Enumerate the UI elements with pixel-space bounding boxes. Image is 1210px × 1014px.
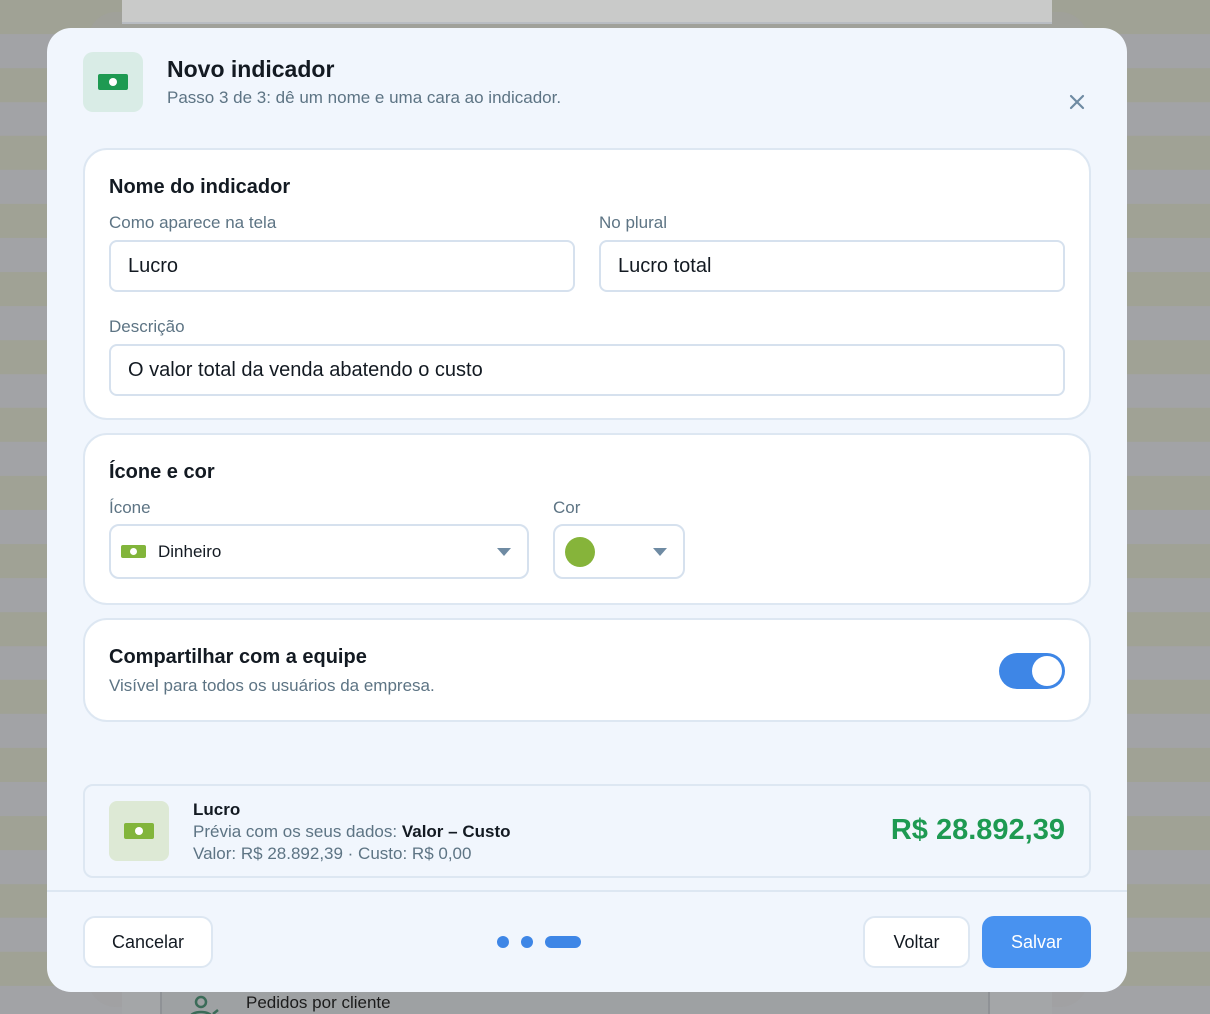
- share-toggle[interactable]: [999, 653, 1065, 689]
- color-swatch: [565, 536, 595, 567]
- new-indicator-dialog: Novo indicador Passo 3 de 3: dê um nome …: [47, 28, 1127, 992]
- share-section-title: Compartilhar com a equipe: [109, 646, 367, 668]
- step-dot-3-active: [545, 936, 581, 948]
- money-bill-icon: [121, 545, 146, 558]
- close-icon: [1069, 94, 1085, 110]
- color-select[interactable]: [553, 524, 685, 579]
- back-button[interactable]: Voltar: [863, 916, 970, 968]
- appearance-section-title: Ícone e cor: [109, 461, 215, 483]
- cancel-button[interactable]: Cancelar: [83, 916, 213, 968]
- preview-icon-tile: [109, 801, 169, 861]
- chevron-down-icon: [497, 548, 511, 556]
- icon-select[interactable]: Dinheiro: [109, 524, 529, 579]
- preview-formula-line: Prévia com os seus dados: Valor – Custo: [193, 822, 510, 842]
- dialog-header: Novo indicador Passo 3 de 3: dê um nome …: [83, 52, 1091, 112]
- name-section: Nome do indicador Como aparece na tela N…: [83, 148, 1091, 420]
- preview-details: Valor: R$ 28.892,39 · Custo: R$ 0,00: [193, 844, 472, 863]
- header-icon-tile: [83, 52, 143, 112]
- footer-divider: [47, 890, 1127, 892]
- preview-formula: Valor – Custo: [401, 822, 511, 841]
- money-bill-icon: [124, 823, 154, 839]
- dialog-subtitle: Passo 3 de 3: dê um nome e uma cara ao i…: [167, 88, 562, 107]
- background-list-item-label: Pedidos por cliente: [246, 993, 391, 1012]
- icon-label: Ícone: [109, 498, 151, 517]
- indicator-preview: Lucro Prévia com os seus dados: Valor – …: [83, 784, 1091, 878]
- name-section-title: Nome do indicador: [109, 176, 291, 198]
- icon-select-value: Dinheiro: [158, 541, 222, 561]
- money-bill-icon: [98, 74, 128, 90]
- display-name-label: Como aparece na tela: [109, 213, 277, 232]
- display-name-input[interactable]: [109, 240, 575, 292]
- toggle-knob: [1032, 656, 1062, 686]
- dialog-title: Novo indicador: [167, 56, 335, 82]
- user-chart-icon: [186, 994, 220, 1014]
- step-dot-2: [521, 936, 533, 948]
- preview-prefix: Prévia com os seus dados:: [193, 822, 398, 841]
- plural-name-label: No plural: [599, 213, 668, 232]
- share-section: Compartilhar com a equipe Visível para t…: [83, 618, 1091, 722]
- description-input[interactable]: [109, 344, 1065, 396]
- close-button[interactable]: [1063, 88, 1091, 116]
- color-label: Cor: [553, 498, 581, 517]
- background-card-header: [122, 0, 1052, 24]
- share-section-description: Visível para todos os usuários da empres…: [109, 676, 435, 695]
- appearance-section: Ícone e cor Ícone Dinheiro Cor: [83, 433, 1091, 605]
- preview-name: Lucro: [193, 800, 241, 819]
- save-button[interactable]: Salvar: [982, 916, 1091, 968]
- chevron-down-icon: [653, 548, 667, 556]
- step-dot-1: [497, 936, 509, 948]
- description-label: Descrição: [109, 317, 185, 336]
- preview-amount: R$ 28.892,39: [890, 814, 1065, 846]
- plural-name-input[interactable]: [599, 240, 1065, 292]
